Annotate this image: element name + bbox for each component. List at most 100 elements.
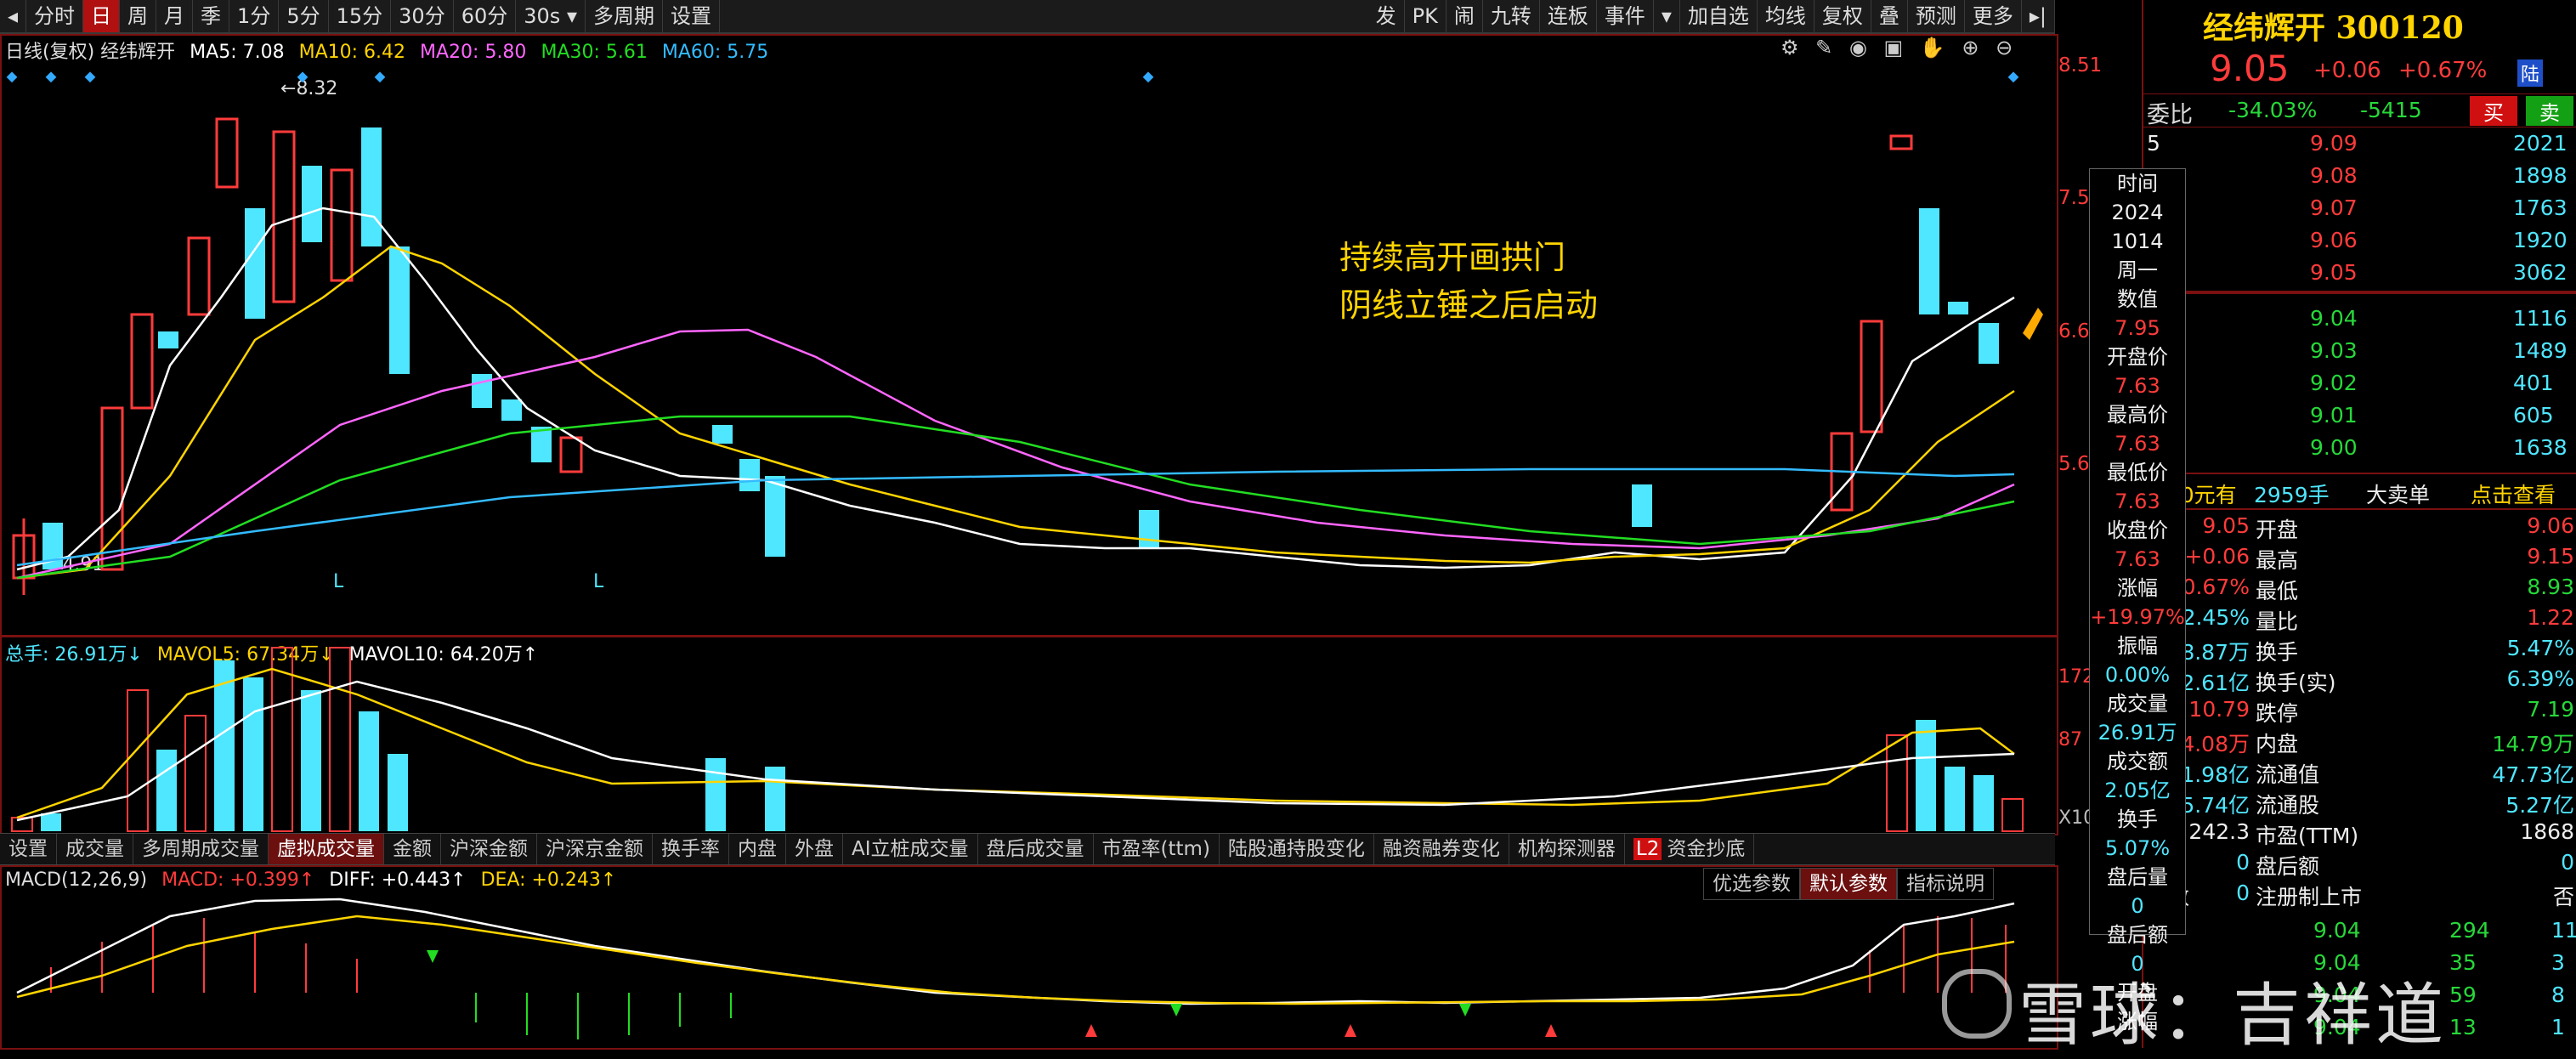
tab-margin[interactable]: 融资融券变化 (1374, 834, 1509, 864)
candle (158, 331, 178, 348)
ask-row: 9.06 1920 (2143, 226, 2576, 256)
tab-hs-amount[interactable]: 沪深金额 (441, 834, 537, 864)
volume-bars (11, 647, 2024, 832)
event-diamond[interactable] (374, 71, 386, 83)
stats-left-value: 10.79 (2188, 697, 2250, 722)
tooltip-label: 时间 (2117, 172, 2158, 195)
forecast-button[interactable]: 预测 (1908, 0, 1965, 32)
tab-period-5min[interactable]: 5分 (279, 0, 329, 32)
sell-button[interactable]: 卖 (2526, 96, 2573, 126)
kline-svg (6, 71, 2043, 595)
price-axis-1: 7.5 (2058, 187, 2090, 209)
volume-svg (11, 647, 2024, 832)
tab-volume[interactable]: 成交量 (57, 834, 133, 864)
stats-right-label: 换手(实) (2256, 671, 2336, 695)
l2-badge: L2 (1633, 838, 1662, 860)
candle (739, 459, 760, 491)
buy-button[interactable]: 买 (2470, 96, 2517, 126)
bid-row: 9.01 605 (2143, 401, 2576, 431)
bid-row: 9.02 401 (2143, 369, 2576, 399)
tab-period-season[interactable]: 季 (193, 0, 230, 32)
tab-period-month[interactable]: 月 (156, 0, 194, 32)
tab-indicator-settings[interactable]: 设置 (0, 834, 57, 864)
candle (1919, 208, 1939, 314)
prev-arrow-icon[interactable]: ◂ (0, 0, 27, 32)
tick-volume: 294 (2449, 918, 2490, 943)
stats-left-value: 2.61亿 (2181, 671, 2250, 695)
lianban-button[interactable]: 连板 (1540, 0, 1597, 32)
death-cross-arrow-icon (427, 950, 439, 963)
tooltip-label: 开盘价 (2107, 345, 2168, 369)
stats-right-label: 跌停 (2256, 701, 2299, 726)
tab-multi-period-volume[interactable]: 多周期成交量 (133, 834, 269, 864)
tab-period-day[interactable]: 日 (83, 0, 121, 32)
event-diamond[interactable] (297, 71, 309, 83)
tab-period-fenshi[interactable]: 分时 (26, 0, 84, 32)
tooltip-label: 收盘价 (2107, 518, 2168, 542)
event-diamond[interactable] (2007, 71, 2019, 83)
pk-button[interactable]: PK (1405, 0, 1447, 32)
golden-cross-arrow-icon (1345, 1024, 1356, 1037)
event-diamond[interactable] (6, 71, 18, 83)
tab-period-week[interactable]: 周 (120, 0, 157, 32)
tab-period-1min[interactable]: 1分 (229, 0, 280, 32)
tab-after-hours-volume[interactable]: 盘后成交量 (978, 834, 1094, 864)
event-button[interactable]: 事件 (1597, 0, 1654, 32)
volume-bar (1945, 767, 1965, 831)
tab-capital-bottom[interactable]: L2 资金抄底 (1625, 834, 1755, 864)
golden-cross-arrow-icon (1545, 1024, 1557, 1037)
tab-inner[interactable]: 内盘 (729, 834, 786, 864)
tab-period-60min[interactable]: 60分 (454, 0, 517, 32)
stats-right-value: 47.73亿 (2492, 762, 2574, 787)
settings-button[interactable]: 设置 (663, 0, 720, 32)
tab-northbound[interactable]: 陆股通持股变化 (1220, 834, 1374, 864)
event-diamond[interactable] (45, 71, 57, 83)
big-order-link[interactable]: 点击查看 (2471, 479, 2556, 509)
event-diamond[interactable] (84, 71, 96, 83)
tab-period-30min[interactable]: 30分 (391, 0, 454, 32)
collapse-icon[interactable]: ▸| (2022, 0, 2055, 32)
stats-right-value: 9.15 (2527, 544, 2574, 569)
ask-volume: 1898 (2513, 163, 2568, 188)
tab-institution[interactable]: 机构探测器 (1509, 834, 1625, 864)
dropdown-icon[interactable]: ▾ (1654, 0, 1680, 32)
tab-period-15min[interactable]: 15分 (329, 0, 392, 32)
tab-turnover[interactable]: 换手率 (653, 834, 729, 864)
jiuzhuan-button[interactable]: 九转 (1483, 0, 1540, 32)
send-button[interactable]: 发 (1368, 0, 1405, 32)
event-diamond[interactable] (1142, 71, 1154, 83)
tick-volume: 59 (2449, 983, 2477, 1007)
tab-ai-volume[interactable]: AI立桩成交量 (843, 834, 978, 864)
stats-right-label: 量比 (2256, 609, 2299, 634)
tooltip-label: 换手 (2117, 807, 2158, 831)
tab-multi-period[interactable]: 多周期 (586, 0, 663, 32)
tooltip-label: 最高价 (2107, 403, 2168, 427)
tab-amount[interactable]: 金额 (384, 834, 441, 864)
tooltip-label: 成交量 (2107, 692, 2168, 716)
adjust-button[interactable]: 复权 (1815, 0, 1871, 32)
volume-bar (329, 647, 351, 832)
tab-virtual-volume[interactable]: 虚拟成交量 (269, 834, 384, 864)
tab-pe-ttm[interactable]: 市盈率(ttm) (1094, 834, 1220, 864)
ask-price: 9.07 (2310, 195, 2358, 220)
stats-row: 14.08万 内盘 14.79万 (2143, 726, 2576, 756)
volume-bar (705, 758, 726, 831)
bid-row: 9.04 1116 (2143, 304, 2576, 334)
bid-row: 9.03 1489 (2143, 337, 2576, 366)
tab-period-30s[interactable]: 30s ▾ (516, 0, 586, 32)
big-order-row[interactable]: 9.10元有 2959手 大卖单 点击查看 (2143, 473, 2576, 510)
candle (130, 313, 154, 410)
candle (245, 208, 265, 319)
overlay-button[interactable]: 叠 (1871, 0, 1908, 32)
tab-hsj-amount[interactable]: 沪深京金额 (537, 834, 653, 864)
ma-button[interactable]: 均线 (1758, 0, 1815, 32)
stats-right-value: 0 (2561, 850, 2574, 875)
alarm-button[interactable]: 闹 (1447, 0, 1483, 32)
tab-outer[interactable]: 外盘 (786, 834, 843, 864)
tick-count: 3 (2551, 950, 2565, 975)
stats-right-label: 市盈(TTM) (2256, 824, 2359, 848)
more-button[interactable]: 更多 (1965, 0, 2022, 32)
bid-price: 9.02 (2310, 371, 2358, 395)
tooltip-value: 26.91万 (2098, 721, 2177, 745)
add-watchlist-button[interactable]: 加自选 (1680, 0, 1758, 32)
